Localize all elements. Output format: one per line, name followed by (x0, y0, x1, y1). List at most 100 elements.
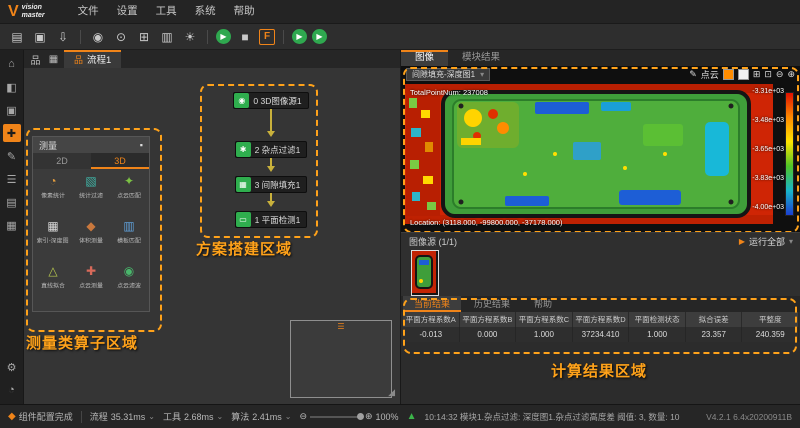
menu-help[interactable]: 帮助 (225, 0, 264, 23)
status-bar: ◆ 组件配置完成 流程 35.31ms ⌄ 工具 2.68ms ⌄ 算法 2.4… (0, 404, 800, 428)
draw-icon[interactable]: ✎ (689, 69, 697, 80)
flow-connector (267, 109, 275, 141)
color-swatch-orange[interactable] (723, 69, 734, 80)
tab-flow1[interactable]: 品 流程1 (64, 50, 121, 68)
roi-view-icon[interactable]: ▣ (3, 101, 21, 119)
zoom-out-icon[interactable]: ⊖ (299, 411, 307, 422)
operator-icon: ✚ (86, 263, 96, 279)
fit-view-icon[interactable]: ⊞ (753, 69, 761, 80)
operator-icon: ◉ (124, 263, 134, 279)
matrix-icon[interactable]: ▥ (158, 28, 176, 46)
operator-cloud-filter[interactable]: ◉ 点云滤波 (110, 263, 148, 307)
operator-icon: ▥ (123, 218, 134, 234)
tab-2d[interactable]: 2D (33, 153, 91, 169)
history-icon[interactable]: ◔ (3, 381, 21, 399)
format-tool-icon[interactable]: F (259, 29, 275, 45)
global-trigger-icon[interactable]: ⊙ (112, 28, 130, 46)
export-icon[interactable]: ⇩ (54, 28, 72, 46)
tab-module-result[interactable]: 模块结果 (448, 50, 514, 66)
main-toolbar: ▤ ▣ ⇩ ◉ ⊙ ⊞ ▥ ☀ ▶ ■ F ▶ ▶ (0, 24, 800, 50)
zoom-in-icon[interactable]: ⊕ (787, 69, 795, 80)
camera-icon[interactable]: ◉ (89, 28, 107, 46)
node-gap-fill[interactable]: ▦ 3 间隙填充1 (235, 176, 308, 193)
settings-icon[interactable]: ⚙ (3, 358, 21, 376)
zoom-in-icon[interactable]: ⊕ (365, 411, 373, 422)
camera-view-icon[interactable]: ◧ (3, 78, 21, 96)
operator-cloud-match[interactable]: ✦ 点云匹配 (110, 173, 148, 217)
operator-index-depth[interactable]: ▦ 索引-深度图 (34, 218, 72, 262)
app-logo: V vision master (0, 4, 55, 20)
tab-history-result[interactable]: 历史结果 (463, 296, 521, 312)
canvas-resize-icon[interactable]: ◢ (388, 387, 395, 398)
image-thumbnail[interactable] (411, 250, 439, 296)
node-plane-detect[interactable]: ▭ 1 平面检测1 (235, 211, 308, 228)
color-swatch-white[interactable] (738, 69, 749, 80)
run-process-icon[interactable]: ▶ (292, 29, 307, 44)
operator-volume[interactable]: ◆ 体积测量 (72, 218, 110, 262)
log-message[interactable]: 10:14:32 模块1.杂点过滤: 深度图1.杂点过滤高度差 阈值: 3, 数… (424, 411, 698, 423)
operator-stat-filter[interactable]: ▧ 统计过滤 (72, 173, 110, 217)
right-panel: 图像 模块结果 (400, 50, 800, 404)
pin-icon[interactable]: ▪ (140, 140, 143, 150)
tool-time[interactable]: 工具 2.68ms ⌄ (163, 410, 223, 423)
col-coef-d: 平面方程系数D (573, 312, 630, 327)
menu-tools[interactable]: 工具 (147, 0, 186, 23)
menu-settings[interactable]: 设置 (108, 0, 147, 23)
annotate-icon[interactable]: ✎ (3, 147, 21, 165)
canvas-note-box[interactable]: ☰ (290, 320, 392, 398)
col-detect-status: 平面检测状态 (629, 312, 686, 327)
operator-line-fit[interactable]: △ 直线拟合 (34, 263, 72, 307)
operator-pixel-stats[interactable]: ◔ 像素统计 (34, 173, 72, 217)
node-3d-image-source[interactable]: ◉ 0 3D图像源1 (233, 92, 308, 109)
flow-time[interactable]: 流程 35.31ms ⌄ (90, 410, 155, 423)
menu-system[interactable]: 系统 (186, 0, 225, 23)
grid-view-icon[interactable]: ▦ (3, 216, 21, 234)
menu-file[interactable]: 文件 (69, 0, 108, 23)
flow-grid-icon[interactable]: ▦ (46, 54, 61, 65)
flow-canvas[interactable]: 测量 ▪ 2D 3D ◔ 像素统计 ▧ 统计过滤 ✦ 点云 (24, 68, 400, 404)
zoom-slider[interactable] (310, 416, 362, 418)
flow-node-chain: ◉ 0 3D图像源1 ✱ 2 杂点过滤1 ▦ 3 间隙填充1 ▭ 1 平面检测1 (210, 92, 332, 228)
col-coef-a: 平面方程系数A (403, 312, 460, 327)
list-view-icon[interactable]: ☰ (3, 170, 21, 188)
colorbar-tick: -3.83e+03 (752, 175, 784, 182)
log-alert-icon[interactable]: ▲ (407, 411, 417, 422)
stop-icon[interactable]: ■ (236, 28, 254, 46)
one-to-one-icon[interactable]: ⊡ (764, 69, 772, 80)
open-icon[interactable]: ▣ (31, 28, 49, 46)
save-icon[interactable]: ▤ (8, 28, 26, 46)
node-icon: ▭ (236, 212, 251, 227)
tab-image[interactable]: 图像 (401, 50, 448, 66)
light-icon[interactable]: ☀ (181, 28, 199, 46)
total-point-count: TotalPointNum: 237008 (410, 88, 488, 97)
zoom-out-icon[interactable]: ⊖ (776, 69, 784, 80)
col-flatness: 平整度 (742, 312, 799, 327)
run-once-icon[interactable]: ▶ (216, 29, 231, 44)
operator-icon: ◔ (49, 173, 56, 189)
algo-time[interactable]: 算法 2.41ms ⌄ (231, 410, 291, 423)
results-table-row: -0.013 0.000 1.000 37234.410 1.000 23.35… (403, 327, 799, 342)
layers-icon[interactable]: ▤ (3, 193, 21, 211)
node-noise-filter[interactable]: ✱ 2 杂点过滤1 (235, 141, 308, 158)
menu-bar: 文件 设置 工具 系统 帮助 (69, 0, 264, 23)
operator-icon: ✦ (124, 173, 134, 189)
home-view-icon[interactable]: ⌂ (3, 55, 21, 73)
run-all-icon[interactable]: ▶ (312, 29, 327, 44)
col-fit-error: 拟合误差 (686, 312, 743, 327)
run-all-dropdown[interactable]: ▶ 运行全部 ▾ (739, 235, 793, 248)
operator-cloud-measure[interactable]: ✚ 点云测量 (72, 263, 110, 307)
measure-tools-icon[interactable]: ✚ (3, 124, 21, 142)
image-source-select[interactable]: 间隙填充-深度图1 ▾ (406, 68, 490, 81)
logo-line2: master (22, 12, 45, 20)
tab-help[interactable]: 帮助 (523, 296, 563, 312)
operator-template-match[interactable]: ▥ 模板匹配 (110, 218, 148, 262)
flow-graph-icon[interactable]: 品 (28, 52, 43, 67)
annotation-operators-label: 测量类算子区域 (26, 332, 138, 353)
depth-map-image[interactable] (405, 84, 773, 224)
zoom-slider-knob[interactable] (357, 413, 364, 420)
drag-grip-icon[interactable]: ☰ (337, 322, 344, 331)
calibration-icon[interactable]: ⊞ (135, 28, 153, 46)
results-table: 平面方程系数A 平面方程系数B 平面方程系数C 平面方程系数D 平面检测状态 拟… (403, 312, 799, 342)
tab-3d[interactable]: 3D (91, 153, 149, 169)
tab-current-result[interactable]: 当前结果 (403, 296, 461, 312)
